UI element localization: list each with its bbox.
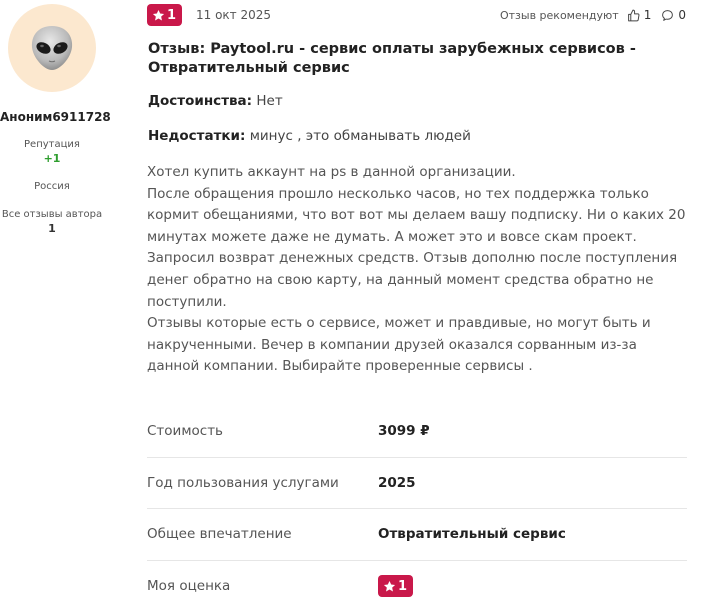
- detail-row-impression: Общее впечатление Отвратительный сервис: [147, 509, 687, 561]
- recommend-label: Отзыв рекомендуют: [499, 8, 619, 22]
- review-body: Хотел купить аккаунт на ps в данной орга…: [147, 164, 686, 375]
- star-icon: [383, 580, 396, 592]
- reputation-value: +1: [43, 152, 61, 165]
- rating-value: 1: [167, 7, 177, 23]
- impression-label: Общее впечатление: [147, 526, 292, 543]
- my-rating-label: Моя оценка: [147, 578, 231, 595]
- all-reviews-link[interactable]: Все отзывы автора: [0, 209, 104, 220]
- year-value: 2025: [378, 474, 416, 491]
- cost-label: Стоимость: [147, 423, 224, 440]
- year-label: Год пользования услугами: [147, 474, 339, 491]
- review-date: 11 окт 2025: [196, 8, 272, 22]
- avatar[interactable]: [8, 4, 96, 92]
- likes-count: 1: [643, 8, 652, 22]
- pros-line: Достоинства: Нет: [148, 93, 283, 109]
- alien-icon: [31, 26, 73, 70]
- impression-value: Отвратительный сервис: [378, 526, 566, 543]
- cons-line: Недостатки: минус , это обманывать людей: [148, 128, 471, 144]
- thumbs-up-icon[interactable]: [627, 9, 640, 22]
- my-rating-badge: 1: [378, 575, 414, 598]
- detail-row-cost: Стоимость 3099 ₽: [147, 406, 687, 458]
- rating-badge: 1: [147, 4, 183, 26]
- review-details: Стоимость 3099 ₽ Год пользования услугам…: [147, 406, 687, 607]
- my-rating-value: 1: [398, 578, 408, 594]
- star-icon: [152, 9, 165, 20]
- author-country: Россия: [34, 181, 70, 192]
- comments-count: 0: [678, 8, 686, 22]
- reputation-label: Репутация: [24, 139, 80, 150]
- review-title: Отзыв: Paytool.ru - сервис оплаты зарубе…: [148, 41, 636, 76]
- detail-row-year: Год пользования услугами 2025: [147, 458, 687, 509]
- comment-icon[interactable]: [661, 9, 674, 22]
- cons-label: Недостатки:: [148, 128, 246, 144]
- detail-row-my-rating: Моя оценка 1: [147, 561, 687, 607]
- author-name[interactable]: Аноним6911728: [0, 110, 111, 124]
- all-reviews-count: 1: [48, 222, 56, 235]
- recommend-bar: Отзыв рекомендуют 1 0: [500, 8, 686, 22]
- cost-value: 3099 ₽: [378, 423, 430, 440]
- cons-text: минус , это обманывать людей: [249, 128, 471, 144]
- pros-text: Нет: [256, 93, 283, 109]
- pros-label: Достоинства:: [148, 93, 253, 109]
